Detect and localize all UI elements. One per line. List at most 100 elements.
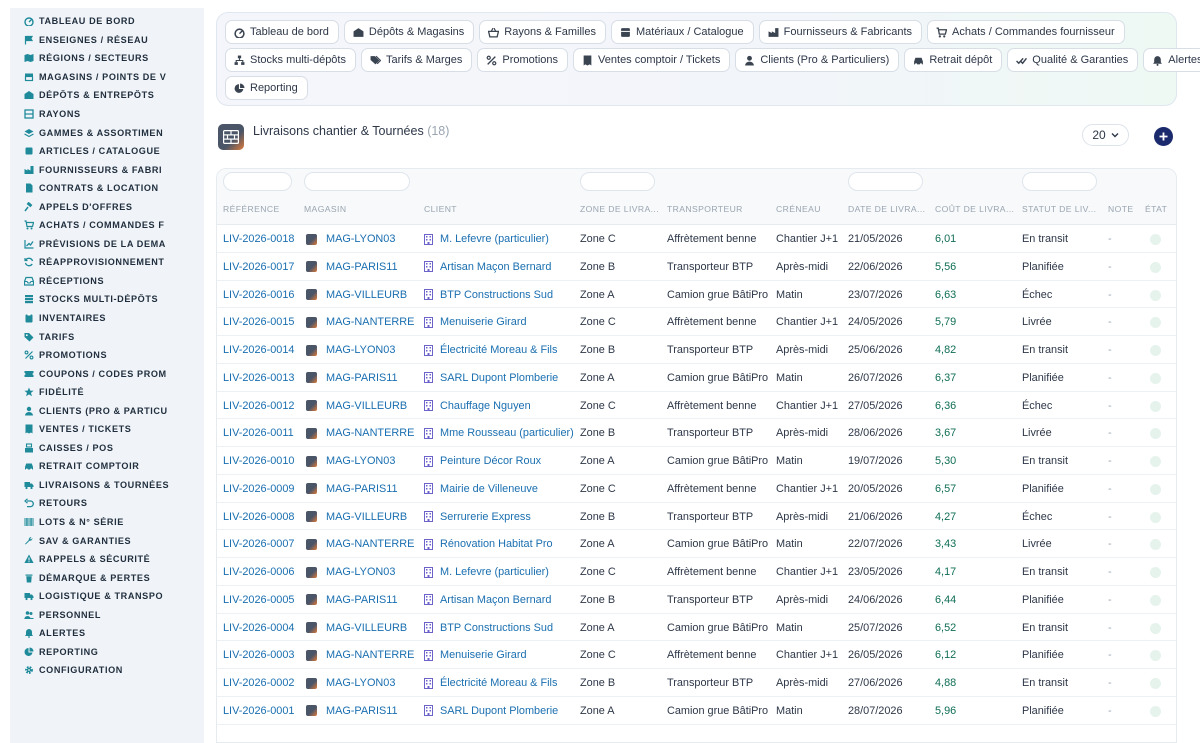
reference-link[interactable]: LIV-2026-0002 <box>223 677 294 689</box>
reference-link[interactable]: LIV-2026-0011 <box>223 427 294 439</box>
sidebar-item-fidelite[interactable]: FIDÉLITÉ <box>10 383 204 402</box>
nav-button-materiaux-catalogue[interactable]: Matériaux / Catalogue <box>611 20 754 44</box>
reference-link[interactable]: LIV-2026-0008 <box>223 511 294 523</box>
sidebar-item-caisses-pos[interactable]: CAISSES / POS <box>10 439 204 458</box>
sidebar-item-rappels-securite[interactable]: RAPPELS & SÉCURITÉ <box>10 550 204 569</box>
sidebar-item-achats-commandes-f[interactable]: ACHATS / COMMANDES F <box>10 216 204 235</box>
reference-link[interactable]: LIV-2026-0016 <box>223 289 294 301</box>
sidebar-item-inventaires[interactable]: INVENTAIRES <box>10 309 204 328</box>
magasin-link[interactable]: MAG-NANTERRE <box>306 427 414 439</box>
nav-button-ventes-comptoir-tickets[interactable]: Ventes comptoir / Tickets <box>573 48 731 72</box>
client-link[interactable]: Artisan Maçon Bernard <box>424 261 551 273</box>
table-row[interactable]: LIV-2026-0009 MAG-PARIS11 Mairie de Villen… <box>217 475 1176 503</box>
magasin-link[interactable]: MAG-LYON03 <box>306 566 395 578</box>
filter-statut-input[interactable] <box>1022 172 1097 191</box>
table-row[interactable]: LIV-2026-0003 MAG-NANTERRE Menuiserie Gira… <box>217 641 1176 669</box>
sidebar-item-coupons-codes-prom[interactable]: COUPONS / CODES PROM <box>10 364 204 383</box>
filter-date-input[interactable] <box>848 172 923 191</box>
table-row[interactable]: LIV-2026-0011 MAG-NANTERRE Mme Rousseau (p… <box>217 419 1176 447</box>
magasin-link[interactable]: MAG-VILLEURB <box>306 511 407 523</box>
reference-link[interactable]: LIV-2026-0005 <box>223 594 294 606</box>
magasin-link[interactable]: MAG-VILLEURB <box>306 622 407 634</box>
sidebar-item-receptions[interactable]: RÉCEPTIONS <box>10 272 204 291</box>
sidebar-item-lots-n-serie[interactable]: LOTS & N° SÉRIE <box>10 513 204 532</box>
sidebar-item-livraisons-tournees[interactable]: LIVRAISONS & TOURNÉES <box>10 476 204 495</box>
sidebar-item-appels-d-offres[interactable]: APPELS D'OFFRES <box>10 197 204 216</box>
magasin-link[interactable]: MAG-VILLEURB <box>306 400 407 412</box>
sidebar-item-configuration[interactable]: CONFIGURATION <box>10 661 204 680</box>
client-link[interactable]: SARL Dupont Plomberie <box>424 705 558 717</box>
sidebar-item-tableau-de-bord[interactable]: TABLEAU DE BORD <box>10 12 204 31</box>
magasin-link[interactable]: MAG-LYON03 <box>306 233 395 245</box>
nav-button-qualite-garanties[interactable]: Qualité & Garanties <box>1007 48 1139 72</box>
table-row[interactable]: LIV-2026-0018 MAG-LYON03 M. Lefevre (parti… <box>217 225 1176 253</box>
reference-link[interactable]: LIV-2026-0015 <box>223 316 294 328</box>
sidebar-item-contrats-location[interactable]: CONTRATS & LOCATION <box>10 179 204 198</box>
client-link[interactable]: BTP Constructions Sud <box>424 622 553 634</box>
client-link[interactable]: Chauffage Nguyen <box>424 400 531 412</box>
client-link[interactable]: M. Lefevre (particulier) <box>424 566 549 578</box>
reference-link[interactable]: LIV-2026-0004 <box>223 622 294 634</box>
header-client[interactable]: CLIENT <box>424 204 457 214</box>
table-row[interactable]: LIV-2026-0010 MAG-LYON03 Peinture Décor Ro… <box>217 447 1176 475</box>
nav-button-clients-pro-particuliers[interactable]: Clients (Pro & Particuliers) <box>735 48 900 72</box>
client-link[interactable]: Serrurerie Express <box>424 511 531 523</box>
sidebar-item-magasins-points-de-v[interactable]: MAGASINS / POINTS DE V <box>10 68 204 87</box>
client-link[interactable]: Menuiserie Girard <box>424 316 527 328</box>
header-etat[interactable]: ÉTAT <box>1145 204 1167 214</box>
reference-link[interactable]: LIV-2026-0017 <box>223 261 294 273</box>
nav-button-fournisseurs-fabricants[interactable]: Fournisseurs & Fabricants <box>758 20 923 44</box>
sidebar-item-articles-catalogue[interactable]: ARTICLES / CATALOGUE <box>10 142 204 161</box>
nav-button-tableau-de-bord[interactable]: Tableau de bord <box>225 20 339 44</box>
nav-button-retrait-depot[interactable]: Retrait dépôt <box>904 48 1003 72</box>
sidebar-item-gammes-assortimen[interactable]: GAMMES & ASSORTIMEN <box>10 123 204 142</box>
magasin-link[interactable]: MAG-NANTERRE <box>306 649 414 661</box>
table-row[interactable]: LIV-2026-0008 MAG-VILLEURB Serrurerie Expr… <box>217 503 1176 531</box>
header-reference[interactable]: RÉFÉRENCE <box>223 204 280 214</box>
sidebar-item-reapprovisionnement[interactable]: RÉAPPROVISIONNEMENT <box>10 253 204 272</box>
header-transporteur[interactable]: TRANSPORTEUR <box>667 204 743 214</box>
nav-button-rayons-familles[interactable]: Rayons & Familles <box>479 20 606 44</box>
sidebar-item-depots-entrepots[interactable]: DÉPÔTS & ENTREPÔTS <box>10 86 204 105</box>
table-row[interactable]: LIV-2026-0014 MAG-LYON03 Électricité Morea… <box>217 336 1176 364</box>
table-row[interactable]: LIV-2026-0016 MAG-VILLEURB BTP Constructio… <box>217 281 1176 309</box>
header-statut[interactable]: STATUT DE LIV... <box>1022 204 1096 214</box>
magasin-link[interactable]: MAG-VILLEURB <box>306 289 407 301</box>
sidebar-item-enseignes-reseau[interactable]: ENSEIGNES / RÉSEAU <box>10 31 204 50</box>
reference-link[interactable]: LIV-2026-0014 <box>223 344 294 356</box>
reference-link[interactable]: LIV-2026-0003 <box>223 649 294 661</box>
add-record-button[interactable] <box>1154 127 1173 146</box>
sidebar-item-sav-garanties[interactable]: SAV & GARANTIES <box>10 531 204 550</box>
nav-button-tarifs-marges[interactable]: Tarifs & Marges <box>360 48 473 72</box>
magasin-link[interactable]: MAG-LYON03 <box>306 344 395 356</box>
table-row[interactable]: LIV-2026-0007 MAG-NANTERRE Rénovation Habi… <box>217 530 1176 558</box>
header-magasin[interactable]: MAGASIN <box>304 204 346 214</box>
magasin-link[interactable]: MAG-NANTERRE <box>306 538 414 550</box>
header-cout[interactable]: COÛT DE LIVRA... <box>935 204 1014 214</box>
client-link[interactable]: Électricité Moreau & Fils <box>424 677 557 689</box>
filter-magasin-input[interactable] <box>304 172 410 191</box>
sidebar-item-rayons[interactable]: RAYONS <box>10 105 204 124</box>
filter-reference-input[interactable] <box>223 172 292 191</box>
client-link[interactable]: Électricité Moreau & Fils <box>424 344 557 356</box>
reference-link[interactable]: LIV-2026-0010 <box>223 455 294 467</box>
table-row[interactable]: LIV-2026-0001 MAG-PARIS11 SARL Dupont Plom… <box>217 697 1176 725</box>
reference-link[interactable]: LIV-2026-0006 <box>223 566 294 578</box>
table-row[interactable]: LIV-2026-0002 MAG-LYON03 Électricité Morea… <box>217 669 1176 697</box>
page-size-select[interactable]: 20 <box>1082 124 1129 146</box>
client-link[interactable]: Peinture Décor Roux <box>424 455 541 467</box>
magasin-link[interactable]: MAG-PARIS11 <box>306 372 398 384</box>
sidebar-item-clients-pro-particu[interactable]: CLIENTS (PRO & PARTICU <box>10 401 204 420</box>
magasin-link[interactable]: MAG-NANTERRE <box>306 316 414 328</box>
sidebar-item-ventes-tickets[interactable]: VENTES / TICKETS <box>10 420 204 439</box>
nav-button-reporting[interactable]: Reporting <box>225 76 308 100</box>
client-link[interactable]: Menuiserie Girard <box>424 649 527 661</box>
sidebar-item-stocks-multi-depots[interactable]: STOCKS MULTI-DÉPÔTS <box>10 290 204 309</box>
reference-link[interactable]: LIV-2026-0012 <box>223 400 294 412</box>
table-row[interactable]: LIV-2026-0004 MAG-VILLEURB BTP Constructio… <box>217 614 1176 642</box>
header-note[interactable]: NOTE <box>1108 204 1133 214</box>
nav-button-depots-magasins[interactable]: Dépôts & Magasins <box>343 20 475 44</box>
client-link[interactable]: Mme Rousseau (particulier) <box>424 427 574 439</box>
nav-button-achats-commandes-fournisseur[interactable]: Achats / Commandes fournisseur <box>927 20 1125 44</box>
reference-link[interactable]: LIV-2026-0018 <box>223 233 294 245</box>
